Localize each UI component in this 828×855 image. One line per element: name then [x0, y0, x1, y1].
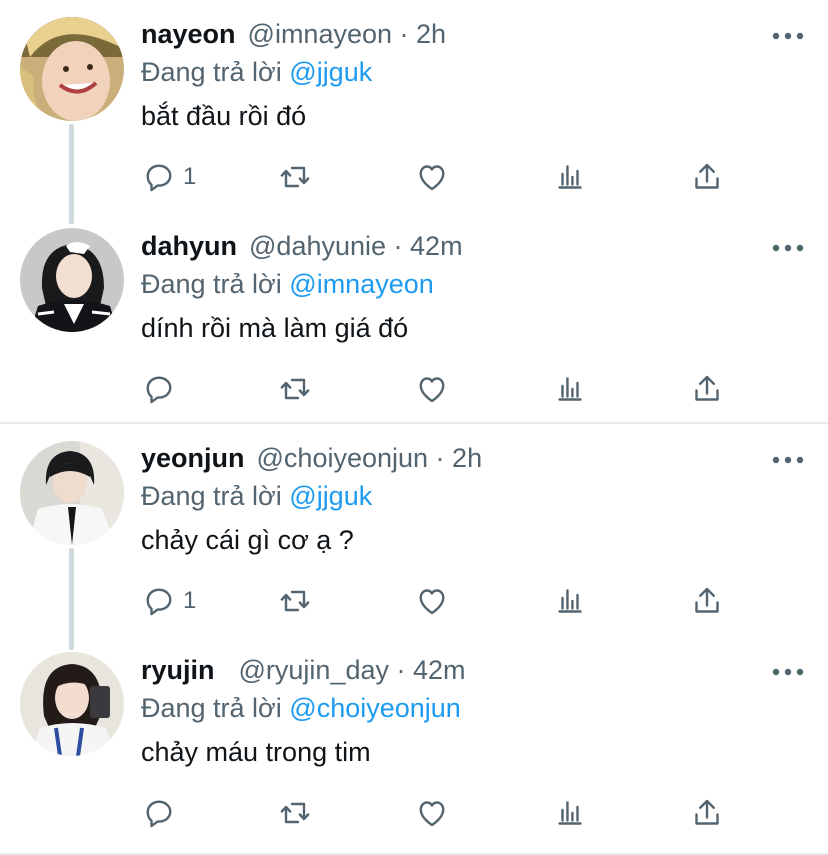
reply-button[interactable]: 1	[141, 581, 196, 621]
display-name[interactable]: yeonjun	[141, 443, 245, 474]
share-icon	[689, 371, 725, 407]
replying-to: Đang trả lời @choiyeonjun	[141, 693, 461, 723]
replying-to: Đang trả lời @imnayeon	[141, 269, 434, 299]
replying-to: Đang trả lời @jjguk	[141, 481, 373, 511]
replying-to: Đang trả lời @jjguk	[141, 57, 373, 87]
mention-link[interactable]: @choiyeonjun	[289, 693, 461, 723]
heart-icon	[414, 583, 450, 619]
views-button[interactable]	[552, 369, 588, 409]
reply-icon	[141, 583, 177, 619]
retweet-button[interactable]	[277, 157, 313, 197]
thread-connector	[69, 124, 74, 224]
timestamp[interactable]: 42m	[413, 655, 466, 685]
reply-button[interactable]: 1	[141, 157, 196, 197]
like-button[interactable]	[414, 369, 450, 409]
heart-icon	[414, 159, 450, 195]
thread-1: nayeon @imnayeon · 2h Đang trả lời @jjgu…	[0, 0, 828, 424]
tweet-text: chảy máu trong tim	[141, 737, 371, 767]
tweet-actions	[141, 369, 731, 409]
user-handle[interactable]: @dahyunie · 42m	[249, 231, 463, 262]
tweet-text: bắt đầu rồi đó	[141, 101, 307, 131]
timestamp[interactable]: 2h	[452, 443, 482, 473]
like-button[interactable]	[414, 793, 450, 833]
mention-link[interactable]: @imnayeon	[289, 269, 433, 299]
more-icon[interactable]	[768, 24, 808, 48]
user-handle[interactable]: @imnayeon · 2h	[248, 19, 447, 50]
timestamp[interactable]: 2h	[416, 19, 446, 49]
tweet-text: chảy cái gì cơ ạ ?	[141, 525, 354, 555]
share-button[interactable]	[689, 581, 725, 621]
display-name[interactable]: ryujin	[141, 655, 215, 686]
share-icon	[689, 159, 725, 195]
reply-icon	[141, 795, 177, 831]
like-button[interactable]	[414, 581, 450, 621]
share-icon	[689, 583, 725, 619]
share-button[interactable]	[689, 793, 725, 833]
heart-icon	[414, 795, 450, 831]
views-icon	[552, 371, 588, 407]
retweet-icon	[277, 795, 313, 831]
thread-connector	[69, 548, 74, 650]
tweet-actions: 1	[141, 581, 731, 621]
reply-count: 1	[183, 163, 197, 190]
display-name[interactable]: nayeon	[141, 19, 236, 50]
views-icon	[552, 159, 588, 195]
tweet-header: ryujin @ryujin_day · 42m	[141, 650, 808, 690]
reply-count: 1	[183, 587, 197, 614]
mention-link[interactable]: @jjguk	[289, 57, 372, 87]
reply-button[interactable]	[141, 369, 183, 409]
avatar[interactable]	[20, 228, 124, 332]
avatar[interactable]	[20, 441, 124, 545]
retweet-icon	[277, 583, 313, 619]
retweet-button[interactable]	[277, 369, 313, 409]
share-button[interactable]	[689, 157, 725, 197]
avatar[interactable]	[20, 652, 124, 756]
retweet-button[interactable]	[277, 581, 313, 621]
thread-2: yeonjun @choiyeonjun · 2h Đang trả lời @…	[0, 424, 828, 855]
more-icon[interactable]	[768, 236, 808, 260]
reply-icon	[141, 159, 177, 195]
tweet-actions: 1	[141, 157, 731, 197]
like-button[interactable]	[414, 157, 450, 197]
views-icon	[552, 583, 588, 619]
share-icon	[689, 795, 725, 831]
tweet-actions	[141, 793, 731, 833]
tweet-text: dính rồi mà làm giá đó	[141, 313, 409, 343]
display-name[interactable]: dahyun	[141, 231, 237, 262]
views-button[interactable]	[552, 793, 588, 833]
timestamp[interactable]: 42m	[410, 231, 463, 261]
user-handle[interactable]: @choiyeonjun · 2h	[257, 443, 483, 474]
avatar[interactable]	[20, 17, 124, 121]
heart-icon	[414, 371, 450, 407]
retweet-icon	[277, 371, 313, 407]
views-icon	[552, 795, 588, 831]
retweet-icon	[277, 159, 313, 195]
reply-icon	[141, 371, 177, 407]
mention-link[interactable]: @jjguk	[289, 481, 372, 511]
tweet-header: dahyun @dahyunie · 42m	[141, 226, 808, 266]
views-button[interactable]	[552, 581, 588, 621]
more-icon[interactable]	[768, 448, 808, 472]
tweet-header: nayeon @imnayeon · 2h	[141, 14, 808, 54]
retweet-button[interactable]	[277, 793, 313, 833]
share-button[interactable]	[689, 369, 725, 409]
more-icon[interactable]	[768, 660, 808, 684]
tweet-header: yeonjun @choiyeonjun · 2h	[141, 438, 808, 478]
user-handle[interactable]: @ryujin_day · 42m	[239, 655, 466, 686]
views-button[interactable]	[552, 157, 588, 197]
reply-button[interactable]	[141, 793, 183, 833]
